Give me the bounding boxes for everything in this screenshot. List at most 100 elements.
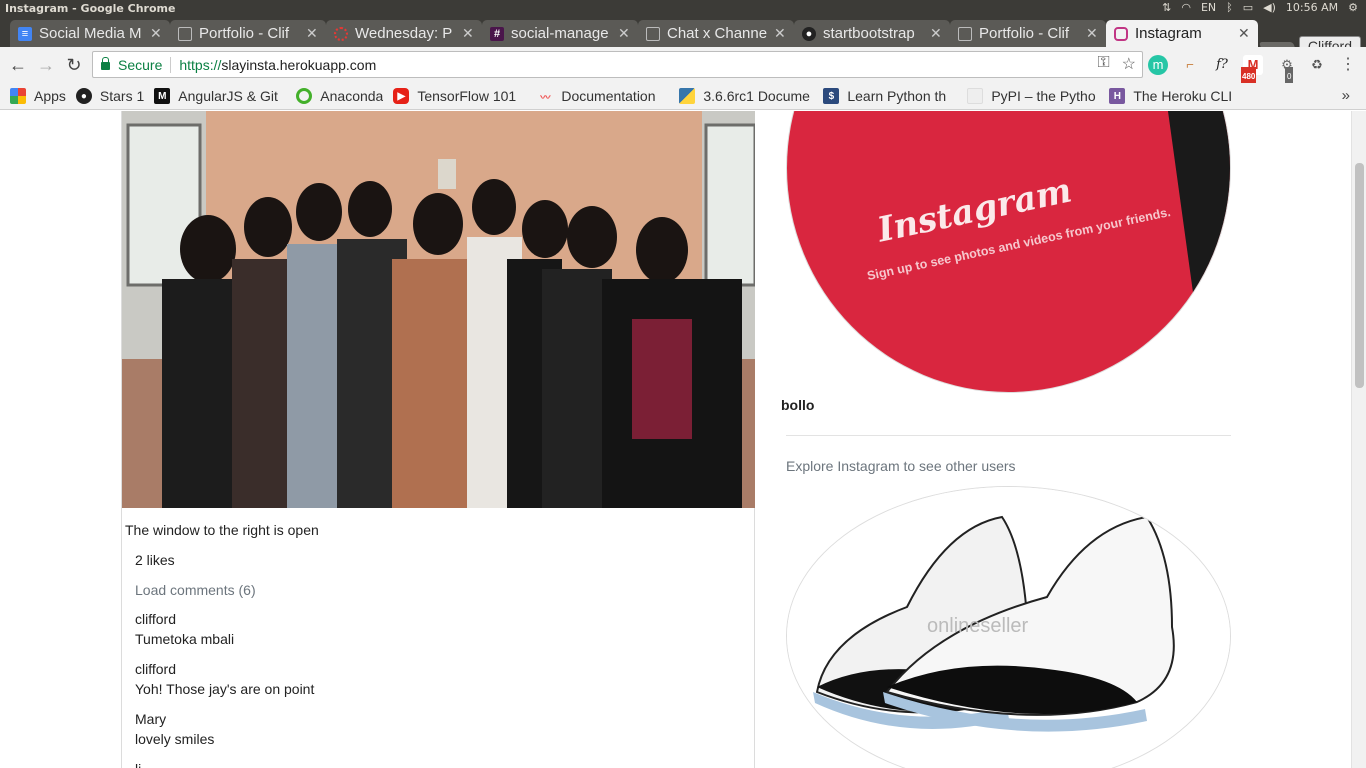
bookmark-label: Documentation bbox=[561, 88, 656, 104]
comment-user[interactable]: Mary bbox=[135, 709, 214, 729]
post-photo[interactable] bbox=[122, 111, 755, 508]
comment-item: clifford Yoh! Those jay's are on point bbox=[135, 659, 314, 699]
close-icon[interactable]: ✕ bbox=[774, 25, 786, 42]
close-icon[interactable]: ✕ bbox=[930, 25, 942, 42]
loading-icon bbox=[334, 26, 348, 41]
bookmark-label: Apps bbox=[34, 88, 66, 104]
bookmark-pypi[interactable]: PyPI – the Pytho bbox=[967, 88, 1099, 104]
bookmark-label: PyPI – the Pytho bbox=[991, 88, 1096, 104]
tab-strip: ≡ Social Media M ✕ Portfolio - Clif ✕ We… bbox=[0, 17, 1366, 59]
system-tray: ⇅ ◠ EN ᛒ ▭ ◀) 10:56 AM ⚙ bbox=[1162, 1, 1358, 14]
extension-m-icon[interactable]: m bbox=[1148, 55, 1168, 75]
like-count[interactable]: 2 likes bbox=[135, 552, 175, 568]
comment-user[interactable]: clifford bbox=[135, 609, 234, 629]
tab-instagram[interactable]: Instagram ✕ bbox=[1106, 20, 1258, 47]
comment-text: Tumetoka mbali bbox=[135, 631, 235, 647]
bluetooth-icon[interactable]: ᛒ bbox=[1226, 1, 1233, 14]
vertical-scrollbar[interactable] bbox=[1351, 111, 1366, 768]
github-icon: ● bbox=[802, 26, 816, 41]
slack-icon: # bbox=[490, 26, 504, 41]
comment-item: Mary lovely smiles bbox=[135, 709, 214, 749]
tab-label: Wednesday: P bbox=[355, 25, 453, 42]
close-icon[interactable]: ✕ bbox=[1238, 25, 1250, 42]
comment-text: Yoh! Those jay's are on point bbox=[135, 681, 315, 697]
forward-arrow-icon[interactable]: → bbox=[35, 54, 57, 76]
gmail-icon[interactable]: M 480 bbox=[1241, 55, 1263, 87]
lock-icon bbox=[101, 57, 110, 70]
tab-label: Portfolio - Clif bbox=[979, 25, 1070, 42]
page-icon bbox=[646, 26, 660, 41]
key-icon[interactable]: ⚿ bbox=[1097, 54, 1109, 74]
apps-grid-icon bbox=[10, 88, 26, 104]
post-card: The window to the right is open 2 likes … bbox=[121, 111, 755, 768]
bookmark-apps[interactable]: Apps bbox=[10, 88, 66, 104]
tab-startbootstrap[interactable]: ● startbootstrap ✕ bbox=[794, 20, 950, 47]
instagram-phone-photo: Instagram Sign up to see photos and vide… bbox=[787, 111, 1230, 392]
instagram-icon bbox=[1114, 26, 1128, 41]
bookmark-learn-python[interactable]: $ Learn Python th bbox=[823, 88, 957, 104]
bookmark-star-icon[interactable]: ☆ bbox=[1122, 54, 1136, 74]
bookmark-python-docs[interactable]: 3.6.6rc1 Docume bbox=[679, 88, 813, 104]
comment-item: clifford Tumetoka mbali bbox=[135, 609, 234, 649]
bookmark-heroku[interactable]: H The Heroku CLI bbox=[1109, 88, 1241, 104]
scrollbar-thumb[interactable] bbox=[1355, 163, 1364, 388]
close-icon[interactable]: ✕ bbox=[618, 25, 630, 42]
close-icon[interactable]: ✕ bbox=[306, 25, 318, 42]
bookmark-angularjs[interactable]: M AngularJS & Git bbox=[154, 88, 286, 104]
window-title: Instagram - Google Chrome bbox=[5, 2, 176, 15]
bookmark-anaconda[interactable]: Anaconda bbox=[296, 88, 383, 104]
page-content: The window to the right is open 2 likes … bbox=[0, 111, 1351, 768]
profile-image[interactable]: Instagram Sign up to see photos and vide… bbox=[786, 111, 1231, 393]
tab-social-media[interactable]: ≡ Social Media M ✕ bbox=[10, 20, 170, 47]
user-image[interactable]: onlineseller bbox=[786, 486, 1231, 768]
bookmark-label: The Heroku CLI bbox=[1133, 88, 1233, 104]
recycle-icon[interactable]: ♻ bbox=[1307, 55, 1327, 75]
extension-ruler-icon[interactable]: ⌐ bbox=[1180, 55, 1200, 75]
network-icon[interactable]: ⇅ bbox=[1162, 1, 1171, 14]
language-indicator[interactable]: EN bbox=[1201, 1, 1216, 14]
sneaker-photo: onlineseller bbox=[787, 487, 1230, 768]
bookmark-tensorflow[interactable]: ▶ TensorFlow 101 bbox=[393, 88, 527, 104]
comment-user[interactable]: clifford bbox=[135, 659, 314, 679]
youtube-icon: ▶ bbox=[393, 88, 410, 104]
battery-icon[interactable]: ▭ bbox=[1243, 1, 1253, 14]
settings-gear-icon[interactable]: ⚙ bbox=[1348, 1, 1358, 14]
wifi-icon[interactable]: ◠ bbox=[1181, 1, 1191, 14]
comment-item: li bbox=[135, 759, 141, 768]
bookmark-label: AngularJS & Git bbox=[178, 88, 278, 104]
tab-portfolio-2[interactable]: Portfolio - Clif ✕ bbox=[950, 20, 1106, 47]
close-icon[interactable]: ✕ bbox=[1086, 25, 1098, 42]
page-icon bbox=[178, 26, 192, 41]
bookmark-label: Stars 1 bbox=[99, 88, 145, 104]
extension-fx-icon[interactable]: f? bbox=[1212, 55, 1232, 75]
docs-icon: ≡ bbox=[18, 26, 32, 41]
bookmarks-overflow-icon[interactable]: » bbox=[1342, 87, 1350, 104]
volume-icon[interactable]: ◀) bbox=[1263, 1, 1276, 14]
bookmark-label: 3.6.6rc1 Docume bbox=[703, 88, 810, 104]
divider bbox=[786, 435, 1231, 436]
back-arrow-icon[interactable]: ← bbox=[7, 54, 29, 76]
bookmark-stars[interactable]: ● Stars 1 bbox=[75, 88, 145, 104]
tab-social-manage[interactable]: # social-manage ✕ bbox=[482, 20, 638, 47]
bookmark-label: Learn Python th bbox=[847, 88, 947, 104]
comment-user[interactable]: li bbox=[135, 759, 141, 768]
tab-wednesday[interactable]: Wednesday: P ✕ bbox=[326, 20, 482, 47]
tab-portfolio[interactable]: Portfolio - Clif ✕ bbox=[170, 20, 326, 47]
profile-username[interactable]: bollo bbox=[781, 397, 814, 413]
clock[interactable]: 10:56 AM bbox=[1286, 1, 1338, 14]
bookmark-documentation[interactable]: 〰 Documentation bbox=[537, 88, 669, 104]
medium-icon: M bbox=[154, 88, 171, 104]
close-icon[interactable]: ✕ bbox=[462, 25, 474, 42]
explore-text: Explore Instagram to see other users bbox=[786, 458, 1016, 474]
address-bar[interactable]: Secure https:// slayinsta.herokuapp.com … bbox=[92, 51, 1143, 78]
reload-icon[interactable]: ↻ bbox=[63, 54, 85, 76]
menu-kebab-icon[interactable]: ⋮ bbox=[1338, 55, 1358, 75]
pypi-icon bbox=[967, 88, 984, 104]
tab-label: Portfolio - Clif bbox=[199, 25, 290, 42]
load-comments-link[interactable]: Load comments (6) bbox=[135, 582, 256, 598]
tab-label: Social Media M bbox=[39, 25, 142, 42]
omnibox-divider bbox=[170, 56, 172, 73]
close-icon[interactable]: ✕ bbox=[150, 25, 162, 42]
tab-chat-channel[interactable]: Chat x Channe ✕ bbox=[638, 20, 794, 47]
extension-puzzle-icon[interactable]: ⚙ 0 bbox=[1277, 55, 1297, 87]
